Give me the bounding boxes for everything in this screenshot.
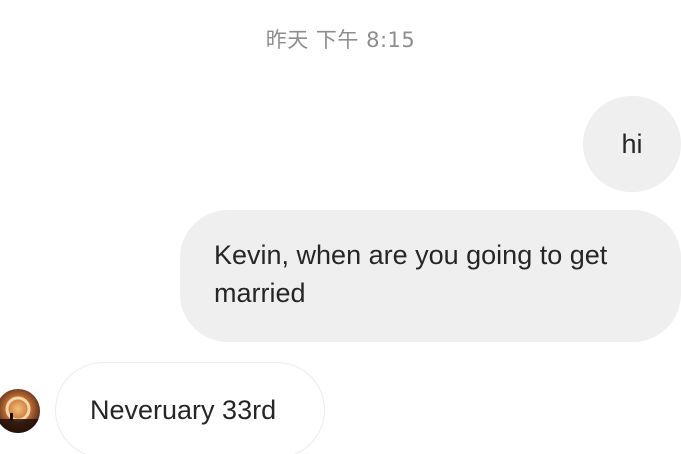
message-text: Kevin, when are you going to get married — [214, 240, 608, 308]
avatar-photo-icon — [0, 396, 40, 433]
contact-avatar[interactable] — [0, 389, 40, 433]
outgoing-message-bubble[interactable]: Kevin, when are you going to get married — [180, 210, 681, 342]
outgoing-message-bubble[interactable]: hi — [583, 96, 681, 192]
message-text: hi — [621, 129, 643, 159]
message-timestamp: 昨天 下午 8:15 — [265, 28, 416, 52]
incoming-message-bubble[interactable]: Neveruary 33rd — [55, 362, 325, 454]
message-text: Neveruary 33rd — [90, 394, 277, 425]
